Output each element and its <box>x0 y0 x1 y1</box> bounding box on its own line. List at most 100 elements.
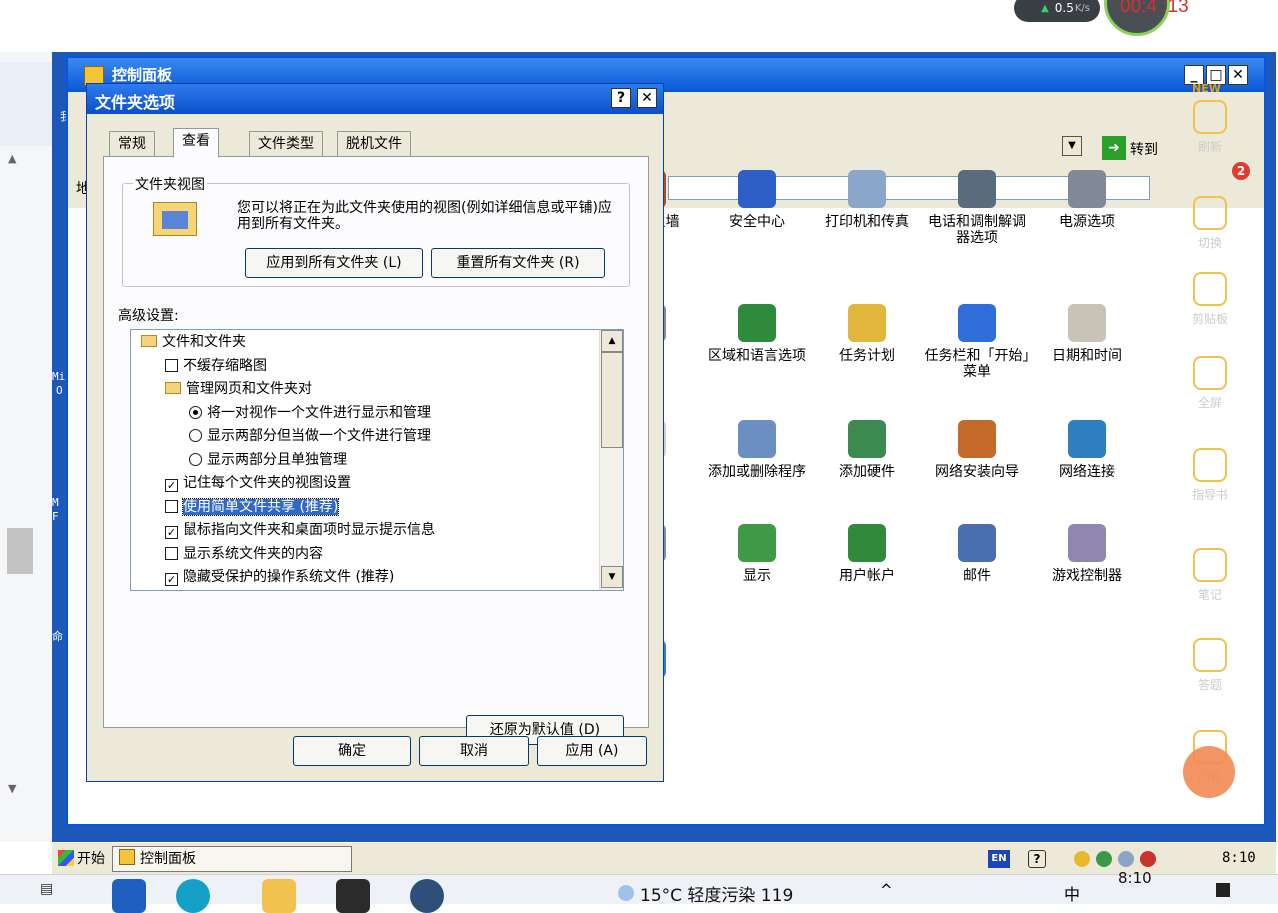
setting-row[interactable]: ✓ 记住每个文件夹的视图设置 <box>165 473 351 493</box>
edge-icon[interactable] <box>176 879 210 913</box>
setting-row[interactable]: 文件和文件夹 <box>141 332 246 352</box>
side-tool-label: 答题 <box>1197 678 1222 692</box>
file-explorer-icon[interactable] <box>262 879 296 913</box>
cp-item-printer[interactable]: 打印机和传真 <box>812 170 922 230</box>
mail-icon[interactable] <box>112 879 146 913</box>
dialog-close-button[interactable]: ✕ <box>637 88 657 108</box>
chevron-up-icon[interactable]: ^ <box>880 881 893 899</box>
cp-item-home-network[interactable]: 网络安装向导 <box>922 420 1032 480</box>
notification-icon[interactable] <box>1216 883 1230 897</box>
cp-item-network[interactable]: 网络连接 <box>1032 420 1142 480</box>
settings-scrollbar[interactable]: ▲ ▼ <box>599 330 623 590</box>
tab-view[interactable]: 查看 <box>173 128 219 158</box>
refresh-label: 刷新 <box>1197 140 1222 154</box>
cp-item-mail[interactable]: 邮件 <box>922 524 1032 584</box>
cp-item-gamepad[interactable]: 游戏控制器 <box>1032 524 1142 584</box>
reset-all-folders-button[interactable]: 重置所有文件夹 (R) <box>431 248 605 278</box>
hardware-icon <box>848 420 886 458</box>
checkbox[interactable] <box>165 499 178 513</box>
setting-label: 记住每个文件夹的视图设置 <box>183 475 351 491</box>
setting-label: 文件和文件夹 <box>162 334 246 350</box>
host-scroll-thumb[interactable] <box>7 528 33 574</box>
taskbar-item-control-panel[interactable]: 控制面板 <box>112 846 352 872</box>
help-icon[interactable]: ? <box>1028 850 1046 868</box>
close-button[interactable]: ✕ <box>1228 65 1248 85</box>
go-button[interactable]: ➜ 转到 <box>1102 136 1172 160</box>
scroll-down-icon[interactable]: ▼ <box>8 782 16 795</box>
radio-button[interactable] <box>189 405 202 419</box>
setting-row[interactable]: 显示系统文件夹的内容 <box>165 544 323 564</box>
shield-tray-icon[interactable] <box>1140 851 1156 867</box>
cp-item-add-remove[interactable]: 添加或删除程序 <box>702 420 812 480</box>
checkbox[interactable]: ✓ <box>165 479 178 492</box>
cp-item-clock[interactable]: 日期和时间 <box>1032 304 1142 364</box>
side-tool-switch[interactable]: 切换 <box>1178 196 1242 251</box>
checkbox[interactable]: ✓ <box>165 573 178 586</box>
refresh-icon <box>1193 100 1227 134</box>
setting-row[interactable]: ✓ 隐藏受保护的操作系统文件 (推荐) <box>165 567 394 587</box>
scroll-up-icon[interactable]: ▲ <box>8 152 16 165</box>
radio-button[interactable] <box>189 429 202 442</box>
checkbox[interactable]: ✓ <box>165 526 178 539</box>
ok-button[interactable]: 确定 <box>293 736 411 766</box>
setting-row[interactable]: 不缓存缩略图 <box>165 356 267 376</box>
cp-item-phone-modem[interactable]: 电话和调制解调器选项 <box>922 170 1032 246</box>
side-tool-clipboard[interactable]: 剪贴板 <box>1178 272 1242 327</box>
cp-item-globe[interactable]: 区域和语言选项 <box>702 304 812 364</box>
cp-item-power[interactable]: 电源选项 <box>1032 170 1142 230</box>
address-dropdown-icon[interactable]: ▼ <box>1062 136 1082 156</box>
guide-book-icon <box>1193 448 1227 482</box>
side-tool-guide-book[interactable]: 指导书 <box>1178 448 1242 503</box>
cancel-button[interactable]: 取消 <box>419 736 529 766</box>
tab-file-types[interactable]: 文件类型 <box>249 131 323 157</box>
tab-general[interactable]: 常规 <box>109 131 155 157</box>
hardware-tray-icon[interactable] <box>1096 851 1112 867</box>
cp-item-users[interactable]: 用户帐户 <box>812 524 922 584</box>
side-tool-fullscreen[interactable]: 全屏 <box>1178 356 1242 411</box>
desktop-icon-label[interactable]: F <box>52 510 59 523</box>
dialog-titlebar[interactable]: 文件夹选项 ? ✕ <box>87 84 663 114</box>
scroll-up-icon[interactable]: ▲ <box>601 330 623 352</box>
cp-item-label: 电源选项 <box>1059 214 1115 230</box>
weather-text[interactable]: 15°C 轻度污染 119 <box>640 881 793 906</box>
cp-item-security-center[interactable]: 安全中心 <box>702 170 812 230</box>
settings-scroll-thumb[interactable] <box>601 352 623 448</box>
checkbox[interactable] <box>165 358 178 372</box>
language-indicator[interactable]: EN <box>988 850 1010 868</box>
desktop-icon-label[interactable]: Mi <box>52 370 65 383</box>
help-float-icon[interactable] <box>1183 746 1235 798</box>
side-tool-pencil[interactable]: 笔记 <box>1178 548 1242 603</box>
globe-icon[interactable] <box>410 879 444 913</box>
cp-item-hardware[interactable]: 添加硬件 <box>812 420 922 480</box>
ime-indicator[interactable]: 中 <box>1064 881 1080 905</box>
tab-offline-files[interactable]: 脱机文件 <box>337 131 411 157</box>
setting-row[interactable]: 使用简单文件共享 (推荐) <box>165 497 340 517</box>
setting-row[interactable]: 管理网页和文件夹对 <box>165 379 312 399</box>
desktop-icon-label[interactable]: M <box>52 496 59 509</box>
cp-item-taskbar[interactable]: 任务栏和「开始」菜单 <box>922 304 1032 380</box>
setting-row[interactable]: ✓ 鼠标指向文件夹和桌面项时显示提示信息 <box>165 520 435 540</box>
refresh-button[interactable]: 刷新 <box>1178 100 1242 155</box>
start-button[interactable]: 开始 <box>58 847 105 871</box>
setting-row[interactable]: 将一对视作一个文件进行显示和管理 <box>189 403 431 423</box>
desktop-icon-label[interactable]: O <box>56 384 63 397</box>
cp-item-display[interactable]: 显示 <box>702 524 812 584</box>
desktop-icon-label[interactable]: 命 <box>52 628 63 644</box>
home-network-icon <box>958 420 996 458</box>
side-tool-answer[interactable]: 答题 <box>1178 638 1242 693</box>
checkbox[interactable] <box>165 546 178 560</box>
store-icon[interactable] <box>336 879 370 913</box>
cp-item-task-scheduler[interactable]: 任务计划 <box>812 304 922 364</box>
host-clock[interactable]: 8:10 <box>1118 869 1152 887</box>
apply-to-all-folders-button[interactable]: 应用到所有文件夹 (L) <box>245 248 423 278</box>
setting-row[interactable]: 显示两部分且单独管理 <box>189 450 347 470</box>
setting-row[interactable]: 显示两部分但当做一个文件进行管理 <box>189 426 431 446</box>
apply-button[interactable]: 应用 (A) <box>537 736 647 766</box>
add-remove-icon <box>738 420 776 458</box>
dialog-help-button[interactable]: ? <box>611 88 631 108</box>
scroll-down-icon[interactable]: ▼ <box>601 566 623 588</box>
chart-icon[interactable]: ▤ <box>40 881 53 897</box>
security-tray-icon[interactable] <box>1074 851 1090 867</box>
radio-button[interactable] <box>189 452 202 466</box>
network-tray-icon[interactable] <box>1118 851 1134 867</box>
